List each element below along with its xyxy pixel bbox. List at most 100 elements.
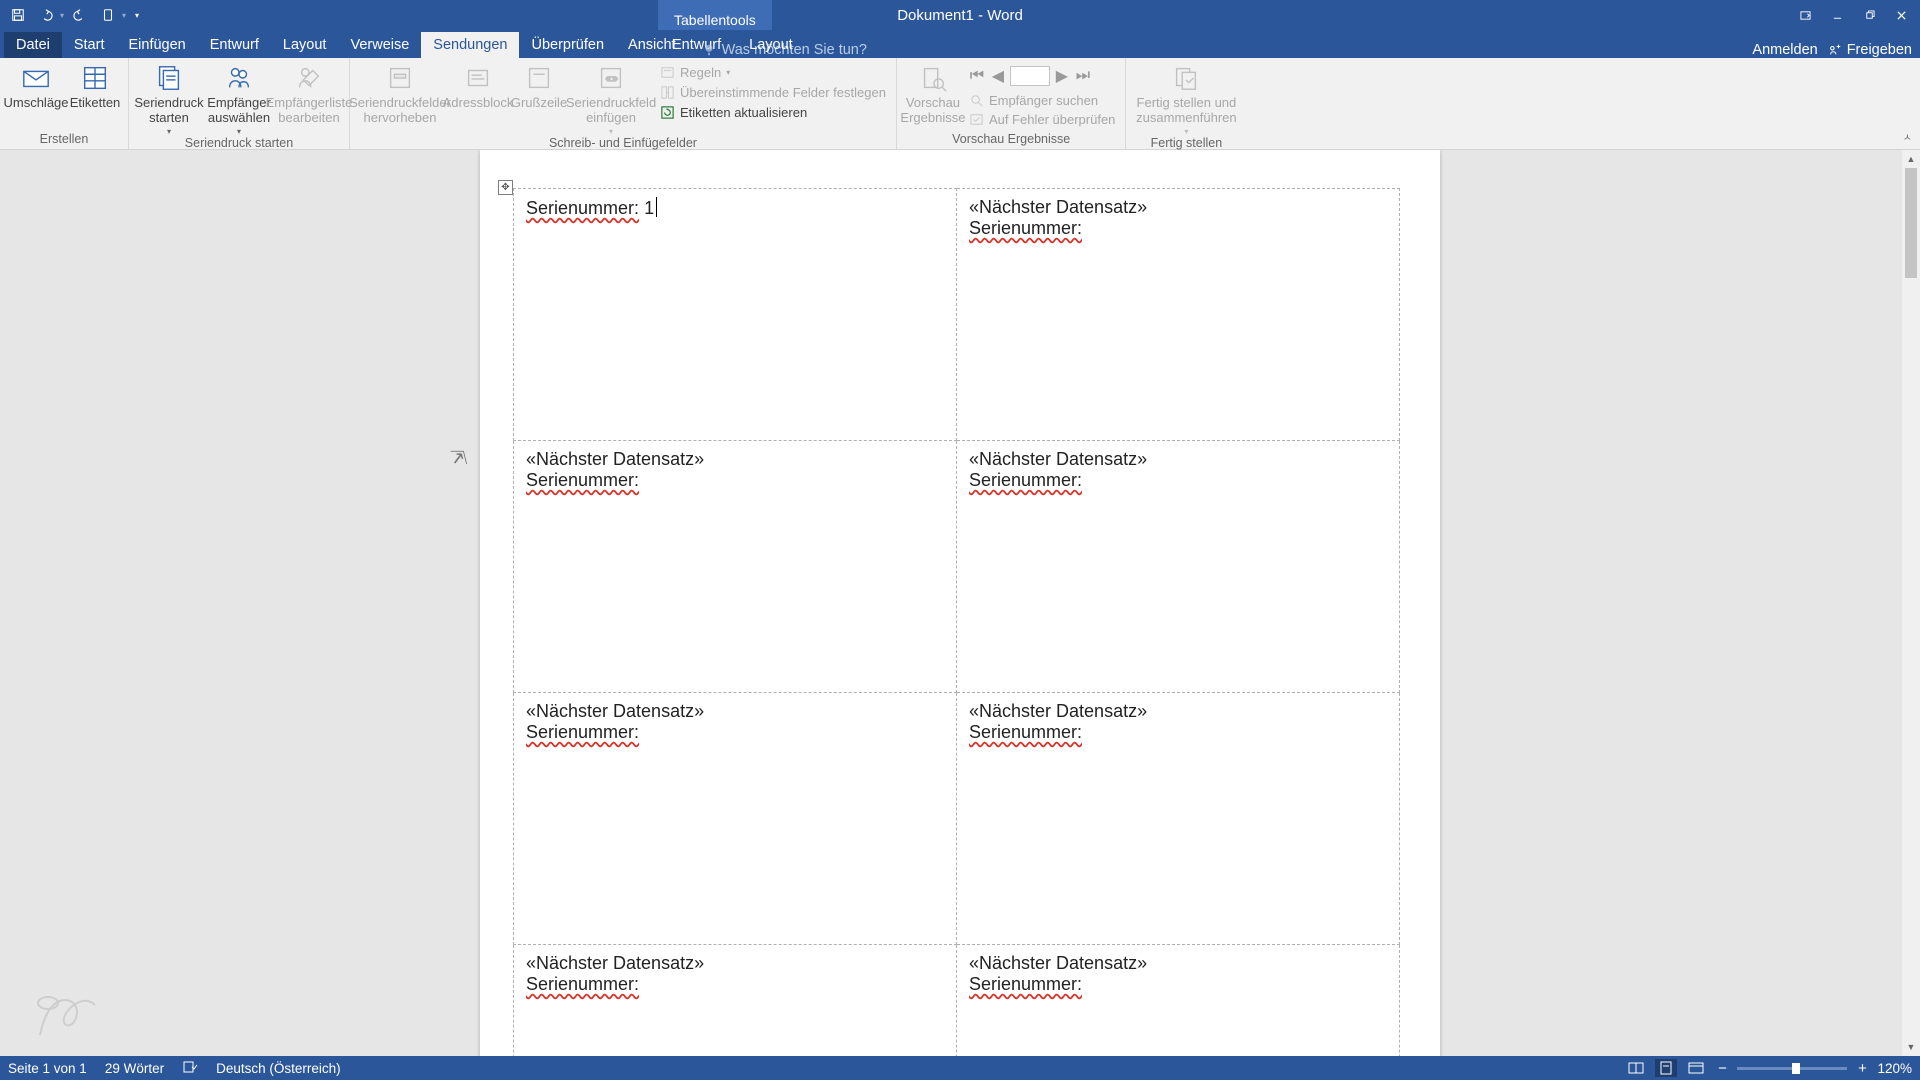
label-cell[interactable]: «Nächster Datensatz» Serienummer:	[957, 441, 1400, 693]
label-cell[interactable]: Serienummer: 1	[514, 189, 957, 441]
labels-label: Etiketten	[70, 96, 121, 111]
find-recipient-button: Empfänger suchen	[965, 91, 1119, 110]
preview-label: Vorschau Ergebnisse	[900, 96, 965, 126]
next-record-field: «Nächster Datensatz»	[526, 953, 944, 974]
envelopes-button[interactable]: Umschläge	[6, 60, 66, 111]
undo-button[interactable]	[34, 4, 58, 26]
next-record-button: ▶	[1053, 67, 1071, 85]
start-mailmerge-button[interactable]: Seriendruck starten▾	[135, 60, 203, 136]
update-labels-label: Etiketten aktualisieren	[680, 105, 807, 120]
web-layout-button[interactable]	[1685, 1059, 1707, 1077]
label-cell[interactable]: «Nächster Datensatz» Serienummer:	[514, 945, 957, 1057]
serial-value: 1	[644, 198, 654, 218]
scroll-up-button[interactable]: ▲	[1902, 150, 1920, 168]
record-number-input[interactable]	[1010, 66, 1050, 86]
language-indicator[interactable]: Deutsch (Österreich)	[216, 1061, 341, 1076]
spellcheck-icon[interactable]	[182, 1060, 198, 1077]
touch-mode-button[interactable]	[96, 4, 120, 26]
serial-label: Serienummer:	[969, 470, 1082, 490]
start-mm-label: Seriendruck starten	[134, 96, 203, 126]
check-err-label: Auf Fehler überprüfen	[989, 112, 1115, 127]
word-count[interactable]: 29 Wörter	[105, 1061, 164, 1076]
zoom-in-button[interactable]: +	[1855, 1060, 1869, 1077]
scroll-down-button[interactable]: ▼	[1902, 1038, 1920, 1056]
share-label: Freigeben	[1847, 42, 1912, 58]
tab-review[interactable]: Überprüfen	[519, 32, 616, 58]
read-mode-button[interactable]	[1625, 1059, 1647, 1077]
label-cell[interactable]: «Nächster Datensatz» Serienummer:	[514, 693, 957, 945]
first-record-button: ⏮	[968, 67, 986, 85]
save-button[interactable]	[6, 4, 30, 26]
page-indicator[interactable]: Seite 1 von 1	[8, 1061, 87, 1076]
close-button[interactable]	[1886, 3, 1916, 27]
vertical-scrollbar[interactable]: ▲ ▼	[1902, 150, 1920, 1056]
check-errors-button: Auf Fehler überprüfen	[965, 110, 1119, 129]
select-recipients-button[interactable]: Empfänger auswählen▾	[205, 60, 273, 136]
status-bar: Seite 1 von 1 29 Wörter Deutsch (Österre…	[0, 1056, 1920, 1080]
next-record-field: «Nächster Datensatz»	[969, 953, 1387, 974]
group-write-label: Schreib- und Einfügefelder	[549, 136, 697, 150]
group-create: Umschläge Etiketten Erstellen	[0, 58, 129, 149]
group-write-fields: Seriendruckfelder hervorheben Adressbloc…	[350, 58, 897, 149]
rules-button: Regeln ▾	[656, 63, 890, 82]
next-record-field: «Nächster Datensatz»	[526, 449, 944, 470]
insert-merge-field-button: «» Seriendruckfeld einfügen▾	[568, 60, 654, 136]
update-labels-button[interactable]: Etiketten aktualisieren	[656, 103, 890, 122]
window-title: Dokument1 - Word	[897, 7, 1023, 24]
tab-insert[interactable]: Einfügen	[116, 32, 197, 58]
label-cell[interactable]: «Nächster Datensatz» Serienummer:	[514, 441, 957, 693]
sign-in-button[interactable]: Anmelden	[1752, 42, 1817, 58]
tab-table-layout[interactable]: Layout	[735, 32, 807, 58]
table-move-handle[interactable]: ✥	[498, 180, 513, 195]
zoom-level[interactable]: 120%	[1877, 1061, 1912, 1076]
restore-button[interactable]	[1854, 3, 1884, 27]
label-table: Serienummer: 1 «Nächster Datensatz» Seri…	[513, 188, 1400, 1056]
label-cell[interactable]: «Nächster Datensatz» Serienummer:	[957, 693, 1400, 945]
highlight-fields-button: Seriendruckfelder hervorheben	[356, 60, 444, 126]
next-record-field: «Nächster Datensatz»	[526, 701, 944, 722]
zoom-slider-knob[interactable]	[1792, 1063, 1800, 1074]
zoom-out-button[interactable]: −	[1715, 1060, 1729, 1077]
zoom-slider[interactable]	[1737, 1067, 1847, 1070]
serial-label: Serienummer:	[526, 974, 639, 994]
group-preview-label: Vorschau Ergebnisse	[952, 132, 1070, 146]
title-bar: ▾ ▾ ▾ Tabellentools Dokument1 - Word	[0, 0, 1920, 30]
greeting-line-button: Grußzeile	[512, 60, 566, 111]
group-start-mailmerge: Seriendruck starten▾ Empfänger auswählen…	[129, 58, 350, 149]
next-record-field: «Nächster Datensatz»	[969, 197, 1387, 218]
tab-layout[interactable]: Layout	[271, 32, 339, 58]
next-record-field: «Nächster Datensatz»	[969, 449, 1387, 470]
svg-text:«»: «»	[605, 73, 618, 85]
document-viewport[interactable]: ✥ ⇱ Serienummer: 1 «Nächster Datensatz» …	[0, 150, 1920, 1056]
tab-mailings[interactable]: Sendungen	[421, 32, 519, 58]
select-rec-label: Empfänger auswählen	[207, 96, 271, 126]
tab-references[interactable]: Verweise	[338, 32, 421, 58]
ribbon-display-options[interactable]	[1790, 3, 1820, 27]
preview-results-button: Vorschau Ergebnisse	[903, 60, 963, 126]
prev-record-button: ◀	[989, 67, 1007, 85]
serial-label: Serienummer:	[526, 722, 639, 742]
redo-button[interactable]	[68, 4, 92, 26]
scroll-thumb[interactable]	[1905, 168, 1917, 278]
group-preview: Vorschau Ergebnisse ⏮ ◀ ▶ ⏭ Empfänger su…	[897, 58, 1126, 149]
label-cell[interactable]: «Nächster Datensatz» Serienummer:	[957, 189, 1400, 441]
next-record-field: «Nächster Datensatz»	[969, 701, 1387, 722]
group-create-label: Erstellen	[40, 132, 89, 146]
record-navigation: ⏮ ◀ ▶ ⏭	[965, 63, 1119, 91]
customize-qat-button[interactable]: ▾	[130, 4, 144, 26]
tab-file[interactable]: Datei	[4, 32, 62, 58]
labels-button[interactable]: Etiketten	[68, 60, 122, 111]
group-finish-label: Fertig stellen	[1151, 136, 1223, 150]
share-button[interactable]: Freigeben	[1828, 42, 1912, 58]
tab-design[interactable]: Entwurf	[198, 32, 271, 58]
tab-home[interactable]: Start	[62, 32, 117, 58]
tab-table-design[interactable]: Entwurf	[658, 32, 735, 58]
label-cell[interactable]: «Nächster Datensatz» Serienummer:	[957, 945, 1400, 1057]
quick-access-toolbar: ▾ ▾ ▾	[6, 4, 144, 26]
serial-label: Serienummer:	[526, 198, 639, 218]
minimize-button[interactable]	[1822, 3, 1852, 27]
collapse-ribbon-button[interactable]: ㅅ	[1903, 129, 1912, 144]
find-rec-label: Empfänger suchen	[989, 93, 1098, 108]
print-layout-button[interactable]	[1655, 1059, 1677, 1077]
rules-label: Regeln	[680, 65, 721, 80]
